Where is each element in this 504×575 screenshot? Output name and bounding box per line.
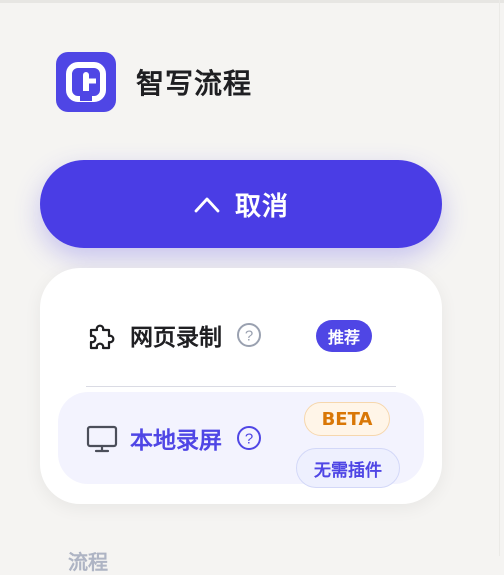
no-plugin-badge: 无需插件 [296,448,400,488]
menu-item-local-record[interactable]: 本地录屏 ? [86,421,262,455]
help-icon[interactable]: ? [236,322,262,348]
chevron-up-icon [193,194,221,214]
svg-text:?: ? [245,431,253,448]
cancel-button[interactable]: 取消 [40,160,442,248]
cancel-button-label: 取消 [234,191,289,222]
brand: 智写流程 [56,52,252,112]
app-name: 智写流程 [136,67,253,100]
recommended-badge: 推荐 [316,320,373,352]
sidebar-section-label: 流程 [68,550,108,574]
record-mode-menu: 网页录制 ? 推荐 本地录屏 ? BETA 无需插件 [40,268,442,504]
puzzle-icon [86,319,118,351]
menu-item-label: 本地录屏 [130,428,222,454]
menu-divider [86,386,396,387]
svg-text:?: ? [245,328,253,345]
right-divider [499,0,500,556]
beta-badge: BETA [304,402,390,436]
monitor-icon [86,422,118,454]
menu-item-web-record[interactable]: 网页录制 ? [86,318,262,352]
app-logo-icon [56,52,116,112]
top-divider [0,0,504,3]
help-icon[interactable]: ? [236,425,262,451]
menu-item-label: 网页录制 [130,325,222,351]
